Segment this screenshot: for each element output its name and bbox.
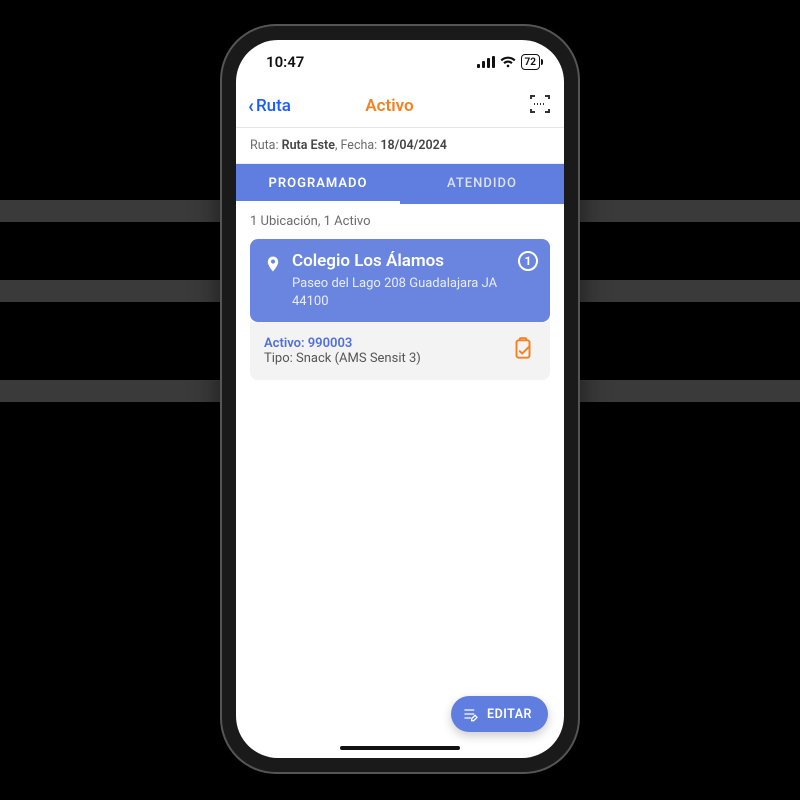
status-bar: 10:47 72 [236,40,564,84]
screen: 10:47 72 ‹ Ruta Activo Ruta: Ruta Este, … [236,40,564,758]
tabs: PROGRAMADO ATENDIDO [236,164,564,204]
location-count-badge: 1 [518,251,538,271]
location-title: Colegio Los Álamos [292,251,536,271]
edit-fab-label: EDITAR [487,707,532,722]
cellular-icon [477,56,495,68]
asset-row[interactable]: Activo: 990003 Tipo: Snack (AMS Sensit 3… [250,322,550,380]
status-time: 10:47 [266,53,304,71]
nav-bar: ‹ Ruta Activo [236,84,564,128]
clipboard-check-icon[interactable] [510,336,536,366]
location-card[interactable]: Colegio Los Álamos Paseo del Lago 208 Gu… [250,239,550,322]
asset-id: Activo: 990003 [264,336,421,351]
phone-frame: 10:47 72 ‹ Ruta Activo Ruta: Ruta Este, … [222,26,578,772]
tab-atendido[interactable]: ATENDIDO [400,164,564,204]
summary-line: 1 Ubicación, 1 Activo [236,204,564,239]
content-area: EDITAR [236,394,564,758]
asset-type: Tipo: Snack (AMS Sensit 3) [264,351,421,366]
home-indicator [340,746,460,750]
route-info: Ruta: Ruta Este, Fecha: 18/04/2024 [236,128,564,164]
battery-icon: 72 [521,54,540,70]
edit-fab[interactable]: EDITAR [451,696,548,732]
barcode-scan-icon [528,92,552,116]
route-date: 18/04/2024 [380,138,447,153]
scan-button[interactable] [528,92,552,120]
wifi-icon [500,56,516,68]
route-name: Ruta Este [282,138,335,153]
location-pin-icon [264,253,282,310]
page-title: Activo [251,96,528,116]
asset-info: Activo: 990003 Tipo: Snack (AMS Sensit 3… [264,336,421,366]
location-address: Paseo del Lago 208 Guadalajara JA 44100 [292,275,536,310]
status-right: 72 [477,54,540,70]
date-label: Fecha: [341,138,378,153]
route-label: Ruta: [250,138,279,153]
tab-programado[interactable]: PROGRAMADO [236,164,400,204]
location-body: Colegio Los Álamos Paseo del Lago 208 Gu… [292,251,536,310]
edit-list-icon [463,706,479,722]
